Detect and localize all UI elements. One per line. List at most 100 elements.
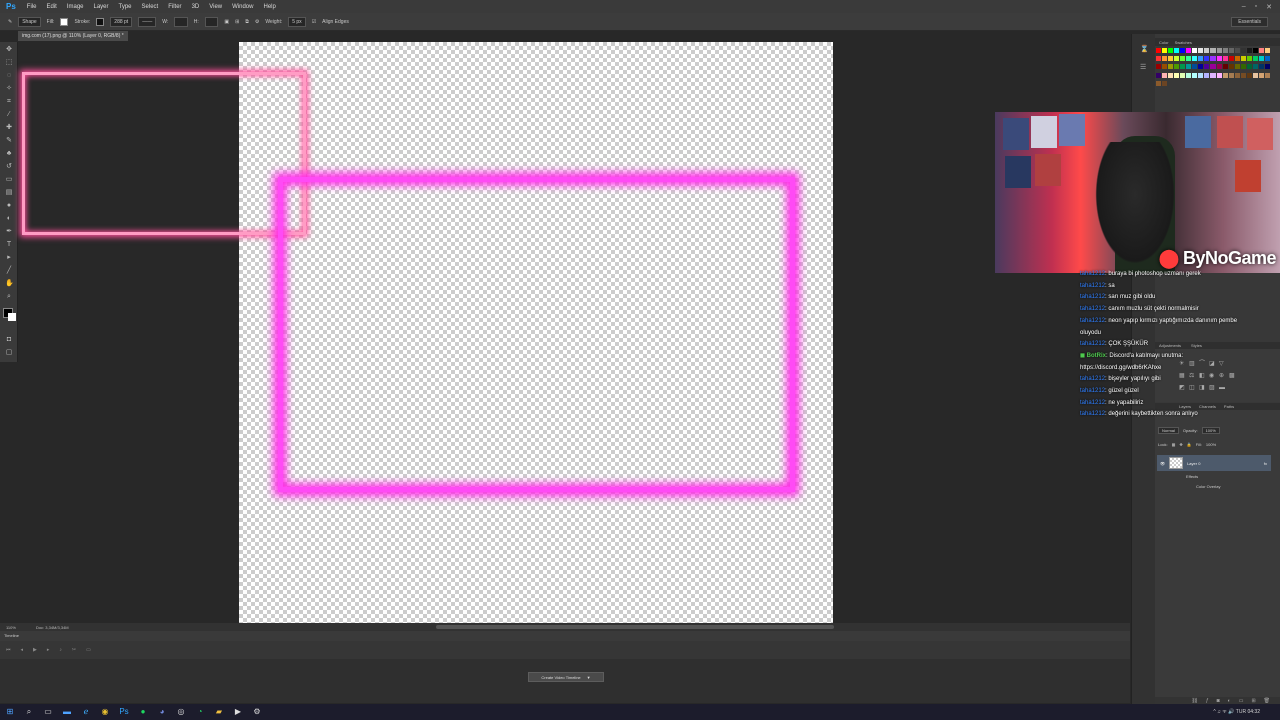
weight-field[interactable]: 5 px	[288, 16, 306, 27]
play-icon[interactable]: ▶	[33, 647, 37, 653]
color-swatch[interactable]	[1252, 48, 1258, 53]
color-swatch[interactable]	[1162, 48, 1168, 53]
stroke-type-select[interactable]: ——	[138, 16, 157, 27]
color-swatch[interactable]	[1234, 72, 1240, 78]
color-swatch[interactable]	[1180, 48, 1186, 53]
folder-icon[interactable]: ▰	[213, 706, 225, 718]
color-swatch[interactable]	[1156, 56, 1162, 62]
add-mask-icon[interactable]: ◙	[1217, 698, 1220, 704]
color-swatch[interactable]	[1234, 56, 1240, 62]
lasso-tool-icon[interactable]: ◌	[5, 72, 13, 80]
hand-tool-icon[interactable]: ✋	[5, 280, 14, 288]
history-icon[interactable]: ⌛	[1140, 46, 1149, 54]
split-icon[interactable]: ✂	[72, 647, 76, 653]
horizontal-scrollbar[interactable]	[436, 625, 834, 629]
color-swatch[interactable]	[1258, 56, 1264, 62]
path-align-icon[interactable]: ⊞	[235, 19, 239, 25]
color-swatch[interactable]	[1234, 48, 1240, 53]
path-ops-icon[interactable]: ▣	[224, 19, 229, 25]
tool-mode-select[interactable]: Shape	[18, 16, 41, 27]
maximize-button[interactable]: ▫	[1255, 3, 1257, 11]
color-swatch[interactable]	[1210, 56, 1216, 62]
color-swatch[interactable]	[1186, 56, 1192, 62]
search-icon[interactable]: ⌕	[23, 706, 35, 718]
color-swatch[interactable]	[1198, 56, 1204, 62]
system-tray[interactable]: ^ ♫ ᯤ 🔊 TUR 04:32	[1213, 709, 1260, 715]
color-overlay-item[interactable]: Color Overlay	[1196, 484, 1220, 489]
color-swatch[interactable]	[1222, 72, 1228, 78]
stroke-swatch[interactable]	[96, 17, 105, 26]
color-swatch[interactable]	[1174, 48, 1180, 53]
color-swatch[interactable]	[1216, 56, 1222, 62]
fill-field[interactable]: 100%	[1206, 442, 1216, 447]
color-swatch[interactable]	[1252, 64, 1258, 70]
transition-icon[interactable]: ▭	[86, 647, 91, 653]
lock-all-icon[interactable]: 🔒	[1187, 442, 1192, 447]
color-swatch[interactable]	[1222, 56, 1228, 62]
color-swatch[interactable]	[1228, 72, 1234, 78]
align-edges-checkbox[interactable]: ☑	[312, 19, 316, 25]
color-swatch[interactable]	[1246, 56, 1252, 62]
menu-select[interactable]: Select	[137, 4, 164, 10]
menu-window[interactable]: Window	[227, 4, 258, 10]
settings-icon[interactable]: ⚙	[251, 706, 263, 718]
color-swatch[interactable]	[1246, 64, 1252, 70]
menu-view[interactable]: View	[204, 4, 227, 10]
color-swatch[interactable]	[1252, 56, 1258, 62]
color-swatch[interactable]	[1186, 72, 1192, 78]
color-swatch[interactable]	[1210, 72, 1216, 78]
tab-swatches[interactable]: Swatches	[1175, 40, 1192, 45]
color-swatch[interactable]	[1168, 72, 1174, 78]
gradient-tool-icon[interactable]: ▤	[5, 189, 13, 197]
layer-row[interactable]: 👁 Layer 0 fx	[1157, 455, 1271, 471]
color-swatch[interactable]	[1216, 72, 1222, 78]
tab-color[interactable]: Color	[1159, 40, 1169, 45]
audio-icon[interactable]: ♪	[59, 647, 62, 653]
whatsapp-icon[interactable]: ◔	[194, 706, 206, 718]
trash-icon[interactable]: 🗑	[1264, 698, 1270, 704]
eraser-tool-icon[interactable]: ▭	[5, 176, 13, 184]
chevron-down-icon[interactable]: ▼	[587, 675, 591, 680]
color-swatch[interactable]	[1192, 56, 1198, 62]
menu-edit[interactable]: Edit	[41, 4, 61, 10]
layer-name[interactable]: Layer 0	[1187, 461, 1200, 466]
properties-icon[interactable]: ☰	[1140, 64, 1148, 72]
zoom-tool-icon[interactable]: ⌕	[5, 293, 13, 301]
screen-mode-icon[interactable]: ▢	[5, 349, 13, 357]
color-swatch[interactable]	[1264, 72, 1270, 78]
color-swatch[interactable]	[1216, 48, 1222, 53]
clone-stamp-icon[interactable]: ♣	[5, 150, 13, 158]
color-swatch[interactable]	[1162, 56, 1168, 62]
color-swatch[interactable]	[1198, 72, 1204, 78]
color-swatch[interactable]	[1204, 72, 1210, 78]
color-swatch[interactable]	[1228, 48, 1234, 53]
pen-tool-icon[interactable]: ✎	[8, 19, 12, 25]
dodge-tool-icon[interactable]: ◐	[5, 215, 13, 223]
color-swatch[interactable]	[1180, 56, 1186, 62]
color-swatch[interactable]	[1174, 64, 1180, 70]
gear-icon[interactable]: ⚙	[255, 19, 259, 25]
color-swatch[interactable]	[1186, 64, 1192, 70]
color-swatch[interactable]	[1168, 64, 1174, 70]
color-swatch[interactable]	[1156, 48, 1162, 53]
chrome-icon[interactable]: ◉	[99, 706, 111, 718]
background-color-swatch[interactable]	[8, 313, 16, 321]
color-swatch[interactable]	[1156, 80, 1162, 86]
color-swatch[interactable]	[1174, 72, 1180, 78]
color-swatch[interactable]	[1198, 48, 1204, 53]
color-swatch[interactable]	[1180, 72, 1186, 78]
task-view-icon[interactable]: ▭	[42, 706, 54, 718]
color-swatch[interactable]	[1258, 64, 1264, 70]
create-video-timeline-button[interactable]: Create Video Timeline ▼	[528, 672, 604, 682]
brush-tool-icon[interactable]: ✎	[5, 137, 13, 145]
tray-icons[interactable]: ^ ♫ ᯤ 🔊 TUR	[1213, 709, 1246, 715]
color-swatch[interactable]	[1156, 72, 1162, 78]
crop-tool-icon[interactable]: ⌗	[5, 98, 13, 106]
color-swatch[interactable]	[1264, 48, 1270, 53]
color-swatch[interactable]	[1192, 72, 1198, 78]
color-swatch[interactable]	[1252, 72, 1258, 78]
color-swatch[interactable]	[1162, 72, 1168, 78]
new-adjustment-icon[interactable]: ◐	[1228, 698, 1231, 704]
menu-image[interactable]: Image	[62, 4, 89, 10]
color-swatch[interactable]	[1240, 72, 1246, 78]
